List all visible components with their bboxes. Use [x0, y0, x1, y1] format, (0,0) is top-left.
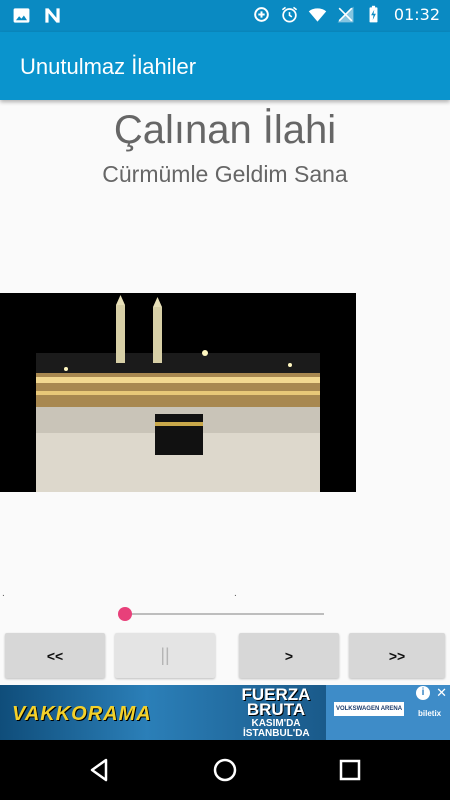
status-clock: 01:32: [393, 5, 440, 24]
time-total: .: [234, 588, 237, 599]
back-icon[interactable]: [86, 756, 114, 784]
seek-thumb[interactable]: [118, 607, 132, 621]
ad-image[interactable]: VAKKORAMA FUERZA BRUTA KASIM'DA İSTANBUL…: [0, 685, 326, 740]
wifi-icon: [308, 8, 327, 22]
alarm-icon: [281, 6, 297, 23]
app-title: Unutulmaz İlahiler: [20, 54, 197, 79]
navigation-bar: [0, 740, 450, 800]
status-bar: 01:32: [0, 0, 450, 32]
n-icon: [45, 8, 60, 23]
seek-bar[interactable]: [118, 603, 324, 625]
time-elapsed: .: [2, 588, 5, 599]
song-title: Cürmümle Geldim Sana: [102, 161, 348, 187]
signal-icon: [337, 6, 354, 23]
app-bar: Unutulmaz İlahiler: [0, 32, 450, 100]
home-icon[interactable]: [211, 756, 239, 784]
ad-ticketing: biletix: [418, 709, 442, 718]
battery-icon: [369, 5, 378, 23]
ad-headline: FUERZA BRUTA: [241, 685, 311, 719]
recents-icon[interactable]: [336, 756, 364, 784]
seek-track: [124, 613, 324, 615]
ad-brand: VAKKORAMA: [12, 703, 152, 725]
ad-close-icon[interactable]: ✕: [436, 685, 447, 701]
now-playing-label: Çalınan İlahi: [113, 108, 337, 152]
image-icon: [13, 8, 30, 23]
forward-button[interactable]: >>: [349, 633, 445, 678]
data-saver-icon: [254, 7, 269, 22]
album-artwork: [0, 293, 356, 492]
ad-subline: KASIM'DA İSTANBUL'DA: [243, 718, 310, 739]
play-button[interactable]: >: [239, 633, 339, 678]
ad-banner[interactable]: VAKKORAMA FUERZA BRUTA KASIM'DA İSTANBUL…: [0, 685, 450, 740]
ad-info-icon[interactable]: i: [416, 686, 430, 700]
ad-venue: VOLKSWAGEN ARENA: [334, 702, 404, 716]
rewind-button[interactable]: <<: [5, 633, 105, 678]
pause-button[interactable]: ||: [115, 633, 215, 678]
ad-sponsor-panel[interactable]: VOLKSWAGEN ARENA biletix i ✕: [326, 685, 450, 740]
